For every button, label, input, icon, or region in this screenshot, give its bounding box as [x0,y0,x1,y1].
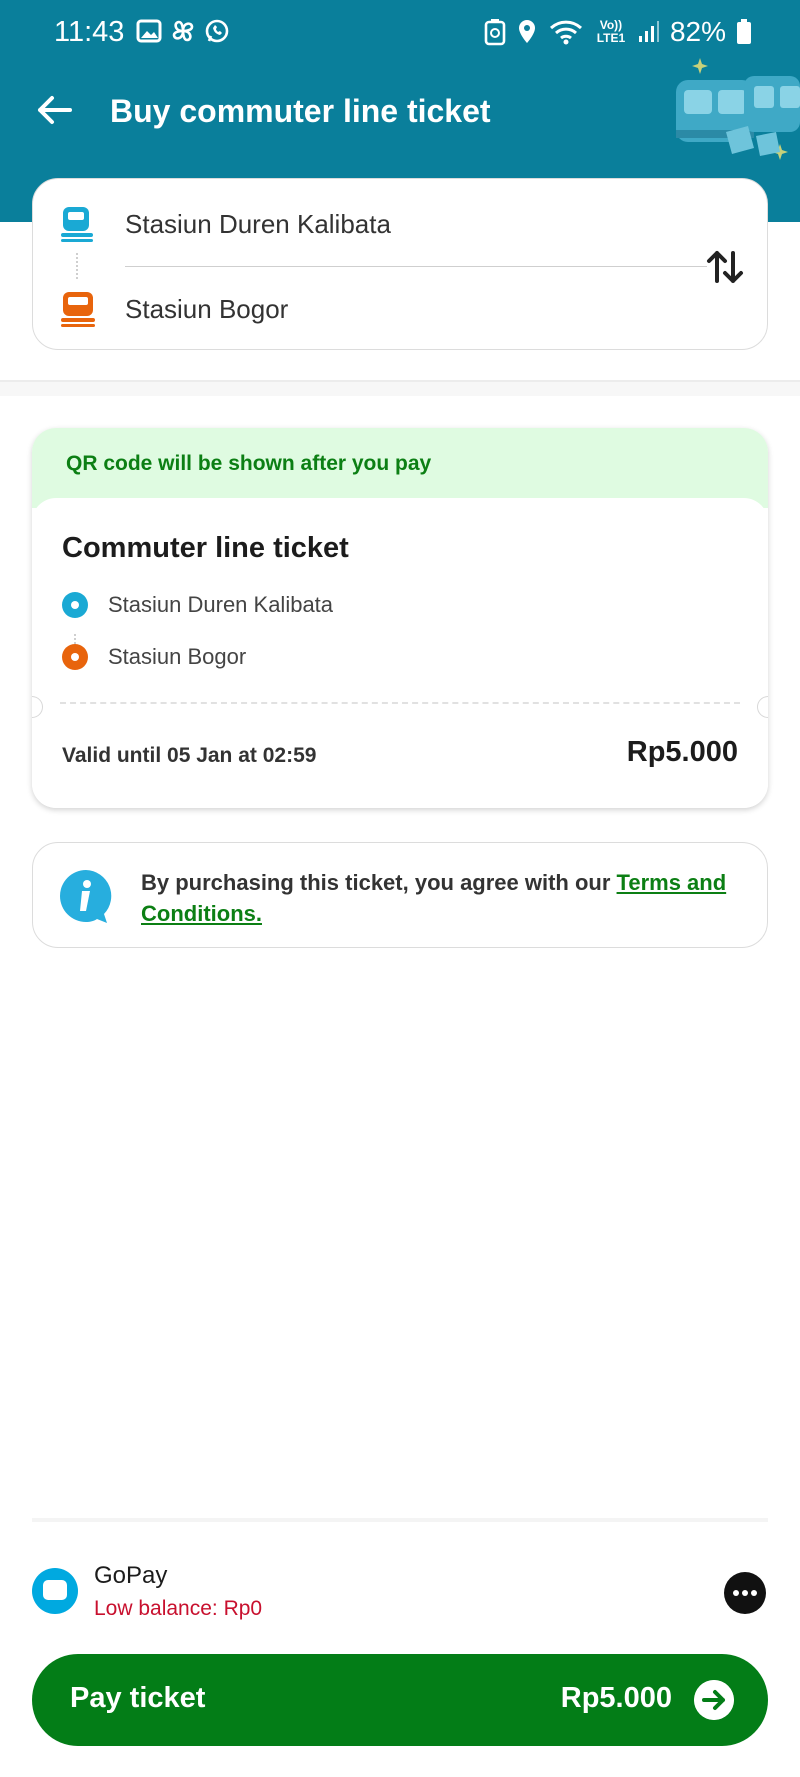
pay-ticket-button[interactable]: Pay ticket Rp5.000 [32,1654,768,1746]
location-icon [518,20,535,43]
info-icon [60,870,112,923]
wifi-icon [549,20,582,45]
image-icon [136,19,162,43]
train-icon [61,207,93,242]
footer-divider [32,1518,768,1522]
terms-notice: By purchasing this ticket, you agree wit… [32,842,768,948]
signal-icon [638,21,659,42]
pay-button-amount: Rp5.000 [560,1682,672,1714]
destination-station: Stasiun Bogor [125,294,289,324]
ticket-body: Commuter line ticket Stasiun Duren Kalib… [32,498,768,808]
destination-dot-icon [62,644,88,670]
terms-text: By purchasing this ticket, you agree wit… [141,867,751,929]
notification-icons [136,18,230,44]
destination-field[interactable]: Stasiun Bogor [33,276,673,336]
ticket-destination-label: Stasiun Bogor [108,644,247,669]
wallet-icon [32,1568,78,1614]
ticket-origin-label: Stasiun Duren Kalibata [108,592,334,617]
train-illustration [676,58,800,160]
ticket-destination: Stasiun Bogor [62,644,246,670]
ticket-perforation [60,702,740,704]
ticket-price: Rp5.000 [626,736,738,768]
origin-dot-icon [62,592,88,618]
arrow-left-icon[interactable] [34,90,74,130]
payment-method[interactable]: GoPay [94,1562,167,1590]
status-time: 11:43 [54,16,125,48]
swap-vertical-icon[interactable] [701,243,749,291]
whatsapp-icon [205,19,229,43]
arrow-right-icon [694,1680,734,1720]
ticket-title: Commuter line ticket [62,532,349,564]
network-label: Vo)) LTE1 [596,18,626,45]
system-status: Vo)) LTE1 82% [484,16,752,48]
battery-percent: 82% [669,16,726,47]
pinwheel-icon [172,20,194,42]
section-band [0,382,800,396]
more-options-icon[interactable] [724,1572,766,1614]
route-divider [125,266,707,267]
origin-station: Stasiun Duren Kalibata [125,209,391,239]
terms-prefix: By purchasing this ticket, you agree wit… [141,870,617,895]
page-title: Buy commuter line ticket [110,93,491,129]
origin-field[interactable]: Stasiun Duren Kalibata [33,191,673,251]
qr-info-text: QR code will be shown after you pay [66,452,432,475]
pay-button-label: Pay ticket [70,1682,206,1714]
payment-balance: Low balance: Rp0 [94,1597,263,1620]
ticket-notch-right [757,696,768,718]
train-icon [61,292,95,327]
battery-saver-icon [484,19,506,46]
qr-info-banner: QR code will be shown after you pay [32,428,768,508]
valid-until: Valid until 05 Jan at 02:59 [62,744,317,767]
route-selector: Stasiun Duren Kalibata Stasiun Bogor [32,178,768,350]
ticket-card: QR code will be shown after you pay Comm… [32,428,768,808]
ticket-origin: Stasiun Duren Kalibata [62,592,333,618]
ticket-notch-left [32,696,43,718]
battery-icon [737,19,751,44]
